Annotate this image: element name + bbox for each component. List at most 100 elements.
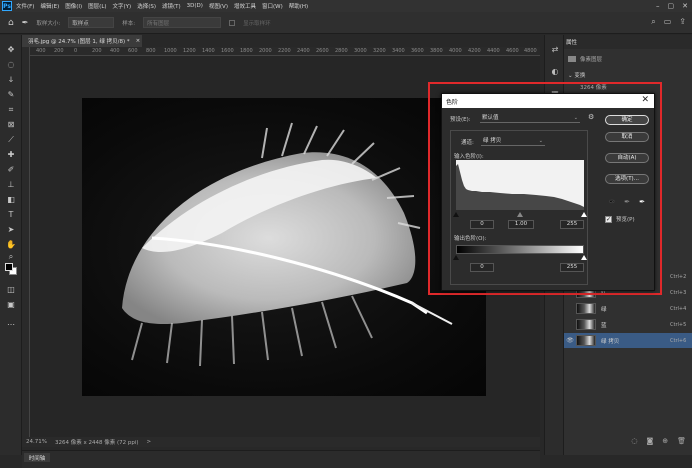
input-white-handle[interactable]: [581, 212, 587, 217]
quick-mask-icon[interactable]: ◫: [4, 285, 18, 295]
color-icon[interactable]: ◐: [550, 67, 560, 77]
marquee-tool-icon[interactable]: ◌: [4, 60, 18, 70]
lasso-tool-icon[interactable]: ↆ: [4, 75, 18, 85]
input-slider[interactable]: [453, 212, 587, 217]
hand-tool-icon[interactable]: ✋: [4, 240, 18, 250]
horizontal-ruler: 400 200 0 200 400 600 800 1000 1200 1400…: [30, 47, 540, 56]
options-button[interactable]: 选项(T)...: [605, 174, 649, 184]
channel-select[interactable]: 绿 拷贝 ⌄: [481, 136, 545, 146]
ruler-tick: 2000: [259, 48, 272, 54]
workspace-icon[interactable]: ▭: [664, 17, 672, 27]
document-size: 3264 像素 x 2448 像素 (72 ppi): [54, 440, 139, 446]
preview-option[interactable]: ✓ 预览(P): [605, 215, 635, 223]
channel-row-blue[interactable]: 蓝 Ctrl+5: [564, 317, 692, 332]
new-channel-icon[interactable]: ⊕: [662, 437, 668, 449]
document-tab-close-icon[interactable]: ×: [136, 38, 141, 44]
type-tool-icon[interactable]: T: [4, 210, 18, 220]
menu-plugins[interactable]: 增效工具: [234, 2, 256, 10]
ruler-tick: 0: [74, 48, 78, 54]
path-select-tool-icon[interactable]: ➤: [4, 225, 18, 235]
eyedropper-icon[interactable]: ⟋: [4, 135, 18, 145]
timeline-tab[interactable]: 时间轴: [24, 453, 50, 462]
move-tool-icon[interactable]: ✥: [4, 45, 18, 55]
output-white-field[interactable]: 255: [560, 263, 584, 272]
white-eyedropper-icon[interactable]: ✒: [637, 197, 647, 207]
eraser-tool-icon[interactable]: ◧: [4, 195, 18, 205]
ruler-tick: 4000: [449, 48, 462, 54]
minimize-icon[interactable]: –: [656, 2, 660, 10]
gear-icon[interactable]: ⚙: [588, 113, 594, 121]
home-icon[interactable]: ⌂: [8, 18, 14, 28]
channel-row-green[interactable]: 绿 Ctrl+4: [564, 301, 692, 316]
ruler-tick: 3600: [411, 48, 424, 54]
menu-layer[interactable]: 图层(L): [88, 2, 106, 10]
levels-titlebar[interactable]: 色阶 ✕: [442, 94, 654, 108]
menu-image[interactable]: 图像(I): [65, 2, 82, 10]
visibility-eye-icon[interactable]: 👁: [564, 337, 576, 344]
output-white-handle[interactable]: [581, 255, 587, 260]
channel-name: 蓝: [601, 322, 607, 329]
output-slider[interactable]: [453, 255, 587, 260]
cancel-button[interactable]: 取消: [605, 132, 649, 142]
input-gamma-handle[interactable]: [517, 212, 523, 217]
healing-brush-icon[interactable]: ✚: [4, 150, 18, 160]
menu-edit[interactable]: 编辑(E): [40, 2, 59, 10]
zoom-tool-icon[interactable]: ⌕: [4, 252, 18, 262]
channel-shortcut: Ctrl+6: [670, 337, 687, 344]
share-icon[interactable]: ⇪: [679, 17, 686, 27]
input-white-field[interactable]: 255: [560, 220, 584, 229]
eyedropper-tool-icon[interactable]: ✒: [22, 18, 29, 27]
load-selection-icon[interactable]: ◌: [631, 437, 637, 449]
output-black-field[interactable]: 0: [470, 263, 494, 272]
close-icon[interactable]: ✕: [682, 2, 688, 10]
frame-tool-icon[interactable]: ⊠: [4, 120, 18, 130]
history-icon[interactable]: ⇄: [550, 45, 560, 55]
input-black-handle[interactable]: [453, 212, 459, 217]
ruler-tick: 4800: [524, 48, 537, 54]
crop-tool-icon[interactable]: ⌗: [4, 105, 18, 115]
timeline-panel: 时间轴: [22, 450, 540, 468]
stamp-tool-icon[interactable]: ⊥: [4, 180, 18, 190]
menu-window[interactable]: 窗口(W): [262, 2, 283, 10]
ok-button[interactable]: 确定: [605, 115, 649, 125]
brush-tool-icon[interactable]: ✐: [4, 165, 18, 175]
feather-image[interactable]: [82, 98, 486, 396]
menu-filter[interactable]: 滤镜(T): [162, 2, 181, 10]
channel-label: 通道:: [461, 140, 474, 146]
channels-panel-footer: ◌ ◙ ⊕ 🗑: [564, 437, 692, 449]
preset-select[interactable]: 默认值 ⌄: [480, 113, 580, 123]
gray-eyedropper-icon[interactable]: ✒: [622, 197, 632, 207]
search-icon[interactable]: ⌕: [651, 17, 655, 27]
input-gamma-field[interactable]: 1.00: [508, 220, 534, 229]
channel-row-green-copy[interactable]: 👁 绿 拷贝 Ctrl+6: [564, 333, 692, 348]
output-black-handle[interactable]: [453, 255, 459, 260]
menu-select[interactable]: 选择(S): [137, 2, 156, 10]
preview-checkbox[interactable]: ✓: [605, 215, 612, 223]
status-arrow-icon[interactable]: >: [147, 439, 152, 445]
delete-channel-icon[interactable]: 🗑: [677, 437, 686, 449]
black-eyedropper-icon[interactable]: ✒: [607, 197, 617, 207]
menu-file[interactable]: 文件(F): [16, 2, 34, 10]
document-tab[interactable]: 羽毛.jpg @ 24.7% (图层 1, 绿 拷贝/8) * ×: [22, 35, 142, 47]
properties-tab[interactable]: 属性: [566, 38, 577, 46]
foreground-color-swatch[interactable]: [5, 263, 13, 271]
sample-select[interactable]: 所有图层: [143, 17, 222, 28]
levels-dialog: 色阶 ✕ 预设(E): 默认值 ⌄ ⚙ 通道: 绿 拷贝 ⌄ 输入色阶(I): …: [441, 93, 655, 291]
auto-button[interactable]: 自动(A): [605, 153, 649, 163]
menu-help[interactable]: 帮助(H): [289, 2, 308, 10]
save-selection-icon[interactable]: ◙: [646, 437, 653, 449]
show-ring-checkbox[interactable]: [229, 19, 236, 26]
photoshop-logo: Ps: [2, 1, 12, 11]
input-black-field[interactable]: 0: [470, 220, 494, 229]
more-tools-icon[interactable]: ⋯: [4, 320, 18, 330]
menu-type[interactable]: 文字(Y): [113, 2, 132, 10]
zoom-level[interactable]: 24.71%: [26, 439, 47, 445]
transform-section[interactable]: ⌄ 变换: [568, 71, 585, 79]
sample-size-select[interactable]: 取样点: [68, 17, 115, 28]
screen-mode-icon[interactable]: ▣: [4, 300, 18, 310]
quick-select-tool-icon[interactable]: ✎: [4, 90, 18, 100]
maximize-icon[interactable]: ▢: [668, 2, 675, 10]
menu-3d[interactable]: 3D(D): [187, 3, 203, 9]
menu-view[interactable]: 视图(V): [209, 2, 228, 10]
close-icon[interactable]: ✕: [641, 95, 649, 105]
